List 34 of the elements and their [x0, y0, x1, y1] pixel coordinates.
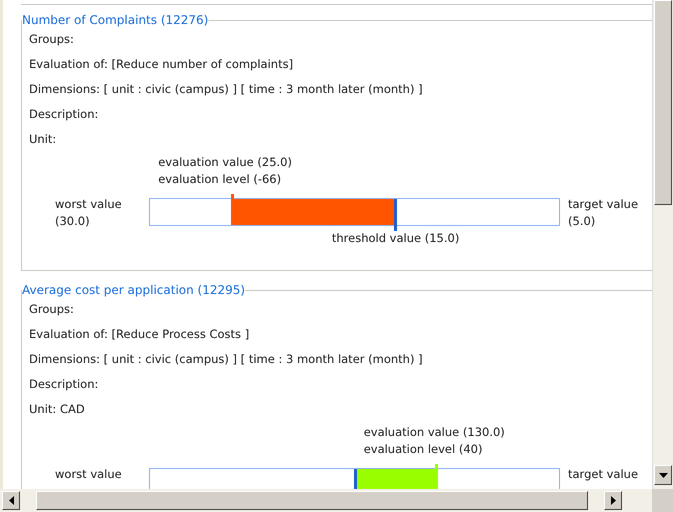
field-text: Description: [29, 106, 100, 123]
down-arrow-icon [658, 472, 668, 478]
field-text: Groups: [29, 301, 75, 318]
target-value-label: target value [568, 466, 640, 483]
target-value-label: target value [568, 196, 640, 213]
group-title: Average cost per application (12295) [22, 283, 246, 297]
scroll-right-button[interactable] [604, 491, 622, 510]
scroll-down-button[interactable] [654, 465, 672, 485]
field-text: Unit: [29, 131, 58, 148]
target-value: (5.0) [568, 213, 596, 230]
field-text: Dimensions: [ unit : civic (campus) ] [ time : 3 month later (month) ] [29, 81, 424, 98]
field-text: Evaluation of: [Reduce Process Costs ] [29, 326, 250, 343]
scroll-left-button[interactable] [2, 491, 20, 510]
right-arrow-icon [610, 496, 616, 505]
worst-value-label: worst value [55, 196, 123, 213]
vertical-scrollbar[interactable] [652, 0, 673, 489]
field-text: Evaluation of: [Reduce number of complaints] [29, 56, 294, 73]
group-title: Number of Complaints (12276) [22, 13, 208, 27]
evaluation-value: evaluation value (130.0) [364, 424, 505, 441]
scroll-thumb[interactable] [36, 491, 588, 510]
evaluation-level: evaluation level (-66) [158, 171, 282, 188]
evaluation-level: evaluation level (40) [364, 441, 484, 458]
evaluation-value: evaluation value (25.0) [158, 154, 292, 171]
worst-value-label: worst value [55, 466, 123, 483]
field-text: Description: [29, 376, 100, 393]
scrollbar-corner [652, 489, 673, 512]
field-text: Groups: [29, 31, 75, 48]
horizontal-scrollbar[interactable] [0, 489, 652, 512]
threshold-value: threshold value (15.0) [332, 231, 460, 245]
field-text: Dimensions: [ unit : civic (campus) ] [ time : 3 month later (month) ] [29, 351, 424, 368]
scroll-thumb[interactable] [654, 0, 672, 205]
left-arrow-icon [8, 496, 14, 505]
worst-value: (30.0) [55, 213, 91, 230]
field-text: Unit: CAD [29, 401, 86, 418]
